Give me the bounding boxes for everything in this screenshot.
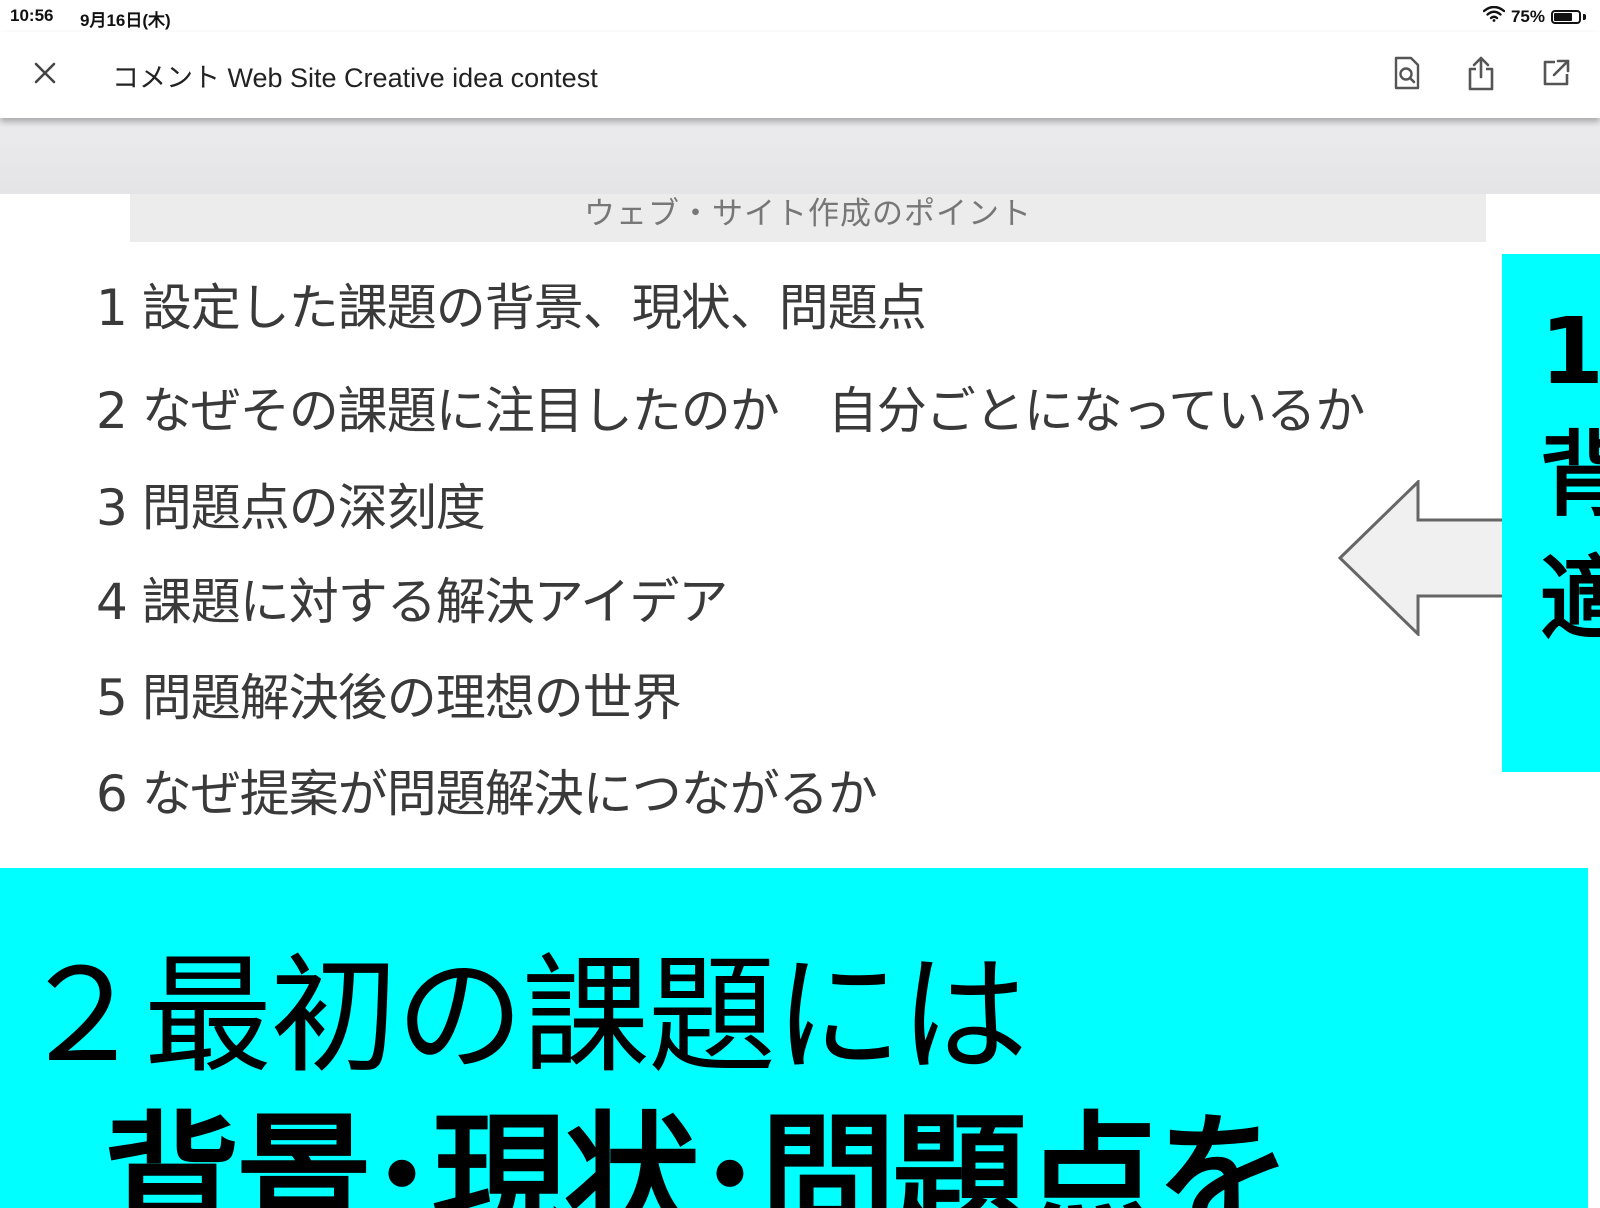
open-external-button[interactable]: [1533, 50, 1579, 96]
slide-header: ウェブ・サイト作成のポイント: [130, 194, 1486, 242]
callout-bottom-line2: 背景･現状･問題点を: [104, 1100, 1292, 1208]
point-item-1: 1 設定した課題の背景、現状、問題点: [96, 279, 927, 337]
callout-right-text: 1 背 適: [1540, 298, 1600, 653]
find-in-document-icon: [1394, 56, 1420, 90]
slide-header-label: ウェブ・サイト作成のポイント: [584, 196, 1032, 232]
status-bar: 10:56 9月16日(木) 75%: [0, 0, 1600, 32]
battery-percent: 75%: [1510, 6, 1545, 26]
document-title: コメント Web Site Creative idea contest: [112, 63, 598, 93]
battery-tip: [1583, 13, 1586, 20]
share-button[interactable]: [1458, 50, 1504, 96]
battery-icon: [1551, 9, 1581, 24]
toolbar-shadow-band: [0, 118, 1600, 194]
left-arrow-shape: [1338, 480, 1506, 636]
open-external-icon: [1543, 59, 1570, 86]
point-item-6: 6 なぜ提案が問題解決につながるか: [96, 765, 878, 823]
find-in-document-button[interactable]: [1384, 50, 1430, 96]
share-icon: [1468, 56, 1494, 91]
app-header: コメント Web Site Creative idea contest: [0, 32, 1600, 118]
point-item-3: 3 問題点の深刻度: [96, 479, 486, 537]
status-right: 75%: [1482, 5, 1586, 27]
point-item-2: 2 なぜその課題に注目したのか 自分ごとになっているか: [96, 382, 1365, 440]
close-button[interactable]: [22, 50, 68, 96]
close-icon: [34, 62, 56, 84]
status-time: 10:56: [10, 6, 54, 25]
callout-right: 1 背 適: [1502, 254, 1600, 772]
point-item-4: 4 課題に対する解決アイデア: [96, 573, 728, 631]
wifi-icon: [1482, 5, 1506, 27]
point-item-5: 5 問題解決後の理想の世界: [96, 669, 682, 727]
status-date: 9月16日(木): [80, 11, 171, 30]
callout-bottom: ２最初の課題には 背景･現状･問題点を: [0, 868, 1588, 1208]
